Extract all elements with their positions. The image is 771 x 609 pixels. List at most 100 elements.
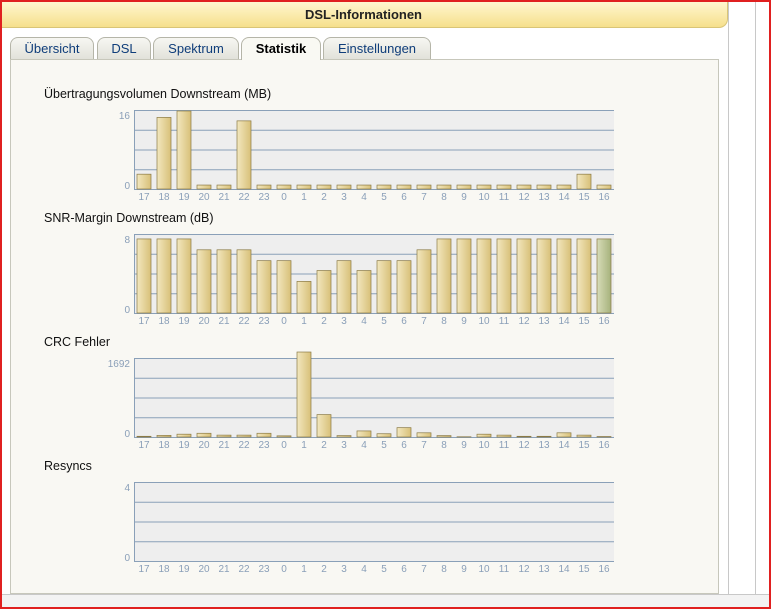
bar — [176, 238, 192, 314]
x-tick-label: 20 — [198, 564, 210, 575]
x-tick-label: 21 — [218, 316, 230, 327]
bar — [296, 351, 312, 438]
x-tick-label: 3 — [341, 564, 347, 575]
x-tick-label: 5 — [381, 316, 387, 327]
x-tick-label: 7 — [421, 316, 427, 327]
x-tick-label: 1 — [301, 316, 307, 327]
bar — [416, 184, 432, 190]
bar — [196, 184, 212, 190]
x-tick-label: 16 — [598, 440, 610, 451]
x-tick-label: 8 — [441, 564, 447, 575]
bar — [256, 260, 272, 314]
chart-downstream-volume: 16017 18 19 20 21 22 23 0 1 2 3 4 5 6 7 8 9 10 11 12 13 14 15 1… — [119, 110, 614, 203]
x-tick-label: 14 — [558, 316, 570, 327]
x-tick-label: 20 — [198, 192, 210, 203]
bar — [576, 434, 592, 438]
bar — [596, 184, 612, 190]
y-tick-label: 0 — [124, 553, 130, 564]
x-tick-label: 16 — [598, 192, 610, 203]
bar — [216, 249, 232, 314]
chart-snr-margin: 8017 18 19 20 21 22 23 0 1 2 3 4 5 6 7 8 9 10 11 12 13 14 15 16 — [124, 234, 614, 327]
tab-einstellungen[interactable]: Einstellungen — [323, 37, 431, 59]
x-tick-label: 12 — [518, 440, 530, 451]
bar — [236, 249, 252, 314]
x-tick-label: 13 — [538, 440, 550, 451]
right-side-strip — [728, 2, 756, 594]
x-tick-label: 15 — [578, 316, 590, 327]
x-tick-label: 10 — [478, 192, 490, 203]
x-tick-label: 18 — [158, 316, 170, 327]
chart-resyncs: 4017 18 19 20 21 22 23 0 1 2 3 4 5 6 7 8 9 10 11 12 13 14 15 16 — [124, 482, 614, 575]
x-tick-label: 21 — [218, 564, 230, 575]
y-tick-label: 1692 — [108, 359, 131, 370]
x-tick-label: 12 — [518, 564, 530, 575]
x-tick-label: 11 — [499, 564, 510, 575]
x-tick-label: 10 — [478, 316, 490, 327]
tab-spektrum[interactable]: Spektrum — [153, 37, 239, 59]
x-tick-label: 0 — [281, 316, 287, 327]
bar — [416, 432, 432, 438]
x-tick-label: 11 — [499, 316, 510, 327]
x-tick-label: 23 — [258, 564, 270, 575]
x-tick-label: 5 — [381, 564, 387, 575]
tab-dsl[interactable]: DSL — [97, 37, 151, 59]
x-tick-label: 22 — [238, 564, 250, 575]
x-tick-label: 19 — [178, 564, 190, 575]
x-tick-label: 14 — [558, 192, 570, 203]
chart-crc-errors: 1692017 18 19 20 21 22 23 0 1 2 3 4 5 6 7 8 9 10 11 12 13 14 1… — [108, 351, 614, 451]
x-tick-label: 7 — [421, 564, 427, 575]
x-tick-label: 8 — [441, 440, 447, 451]
bar — [496, 238, 512, 314]
x-tick-label: 2 — [321, 316, 327, 327]
bar — [136, 435, 152, 438]
x-tick-label: 15 — [578, 192, 590, 203]
x-tick-label: 2 — [321, 564, 327, 575]
x-tick-label: 6 — [401, 192, 407, 203]
bar — [276, 184, 292, 190]
bar — [596, 238, 612, 314]
bar — [436, 184, 452, 190]
tab-statistik[interactable]: Statistik — [241, 37, 321, 60]
x-tick-label: 9 — [461, 316, 467, 327]
bar — [296, 281, 312, 314]
x-tick-label: 15 — [578, 440, 590, 451]
tab-uebersicht[interactable]: Übersicht — [10, 37, 94, 59]
y-tick-label: 0 — [124, 181, 130, 192]
x-tick-label: 1 — [301, 192, 307, 203]
y-tick-label: 0 — [124, 429, 130, 440]
bar — [336, 435, 352, 438]
bar — [396, 427, 412, 438]
x-tick-label: 0 — [281, 192, 287, 203]
x-tick-label: 22 — [238, 192, 250, 203]
y-tick-label: 0 — [124, 305, 130, 316]
x-tick-label: 14 — [558, 440, 570, 451]
bar — [156, 238, 172, 314]
bar — [236, 120, 252, 190]
x-tick-label: 13 — [538, 564, 550, 575]
x-tick-label: 5 — [381, 440, 387, 451]
bar — [436, 238, 452, 314]
bar — [216, 184, 232, 190]
x-tick-label: 19 — [178, 440, 190, 451]
bar — [556, 432, 572, 438]
y-tick-label: 16 — [119, 111, 131, 122]
x-tick-label: 20 — [198, 316, 210, 327]
x-tick-label: 4 — [361, 192, 367, 203]
bar — [376, 184, 392, 190]
bar — [496, 434, 512, 438]
bar — [436, 435, 452, 438]
x-tick-label: 19 — [178, 192, 190, 203]
bar — [456, 238, 472, 314]
x-tick-label: 16 — [598, 564, 610, 575]
bar — [576, 173, 592, 190]
bar — [256, 432, 272, 438]
bar — [276, 260, 292, 314]
x-tick-label: 0 — [281, 564, 287, 575]
bar — [156, 435, 172, 438]
x-tick-label: 16 — [598, 316, 610, 327]
x-tick-label: 17 — [138, 564, 150, 575]
x-tick-label: 3 — [341, 440, 347, 451]
x-tick-label: 13 — [538, 316, 550, 327]
bar — [356, 430, 372, 438]
bar — [236, 434, 252, 438]
